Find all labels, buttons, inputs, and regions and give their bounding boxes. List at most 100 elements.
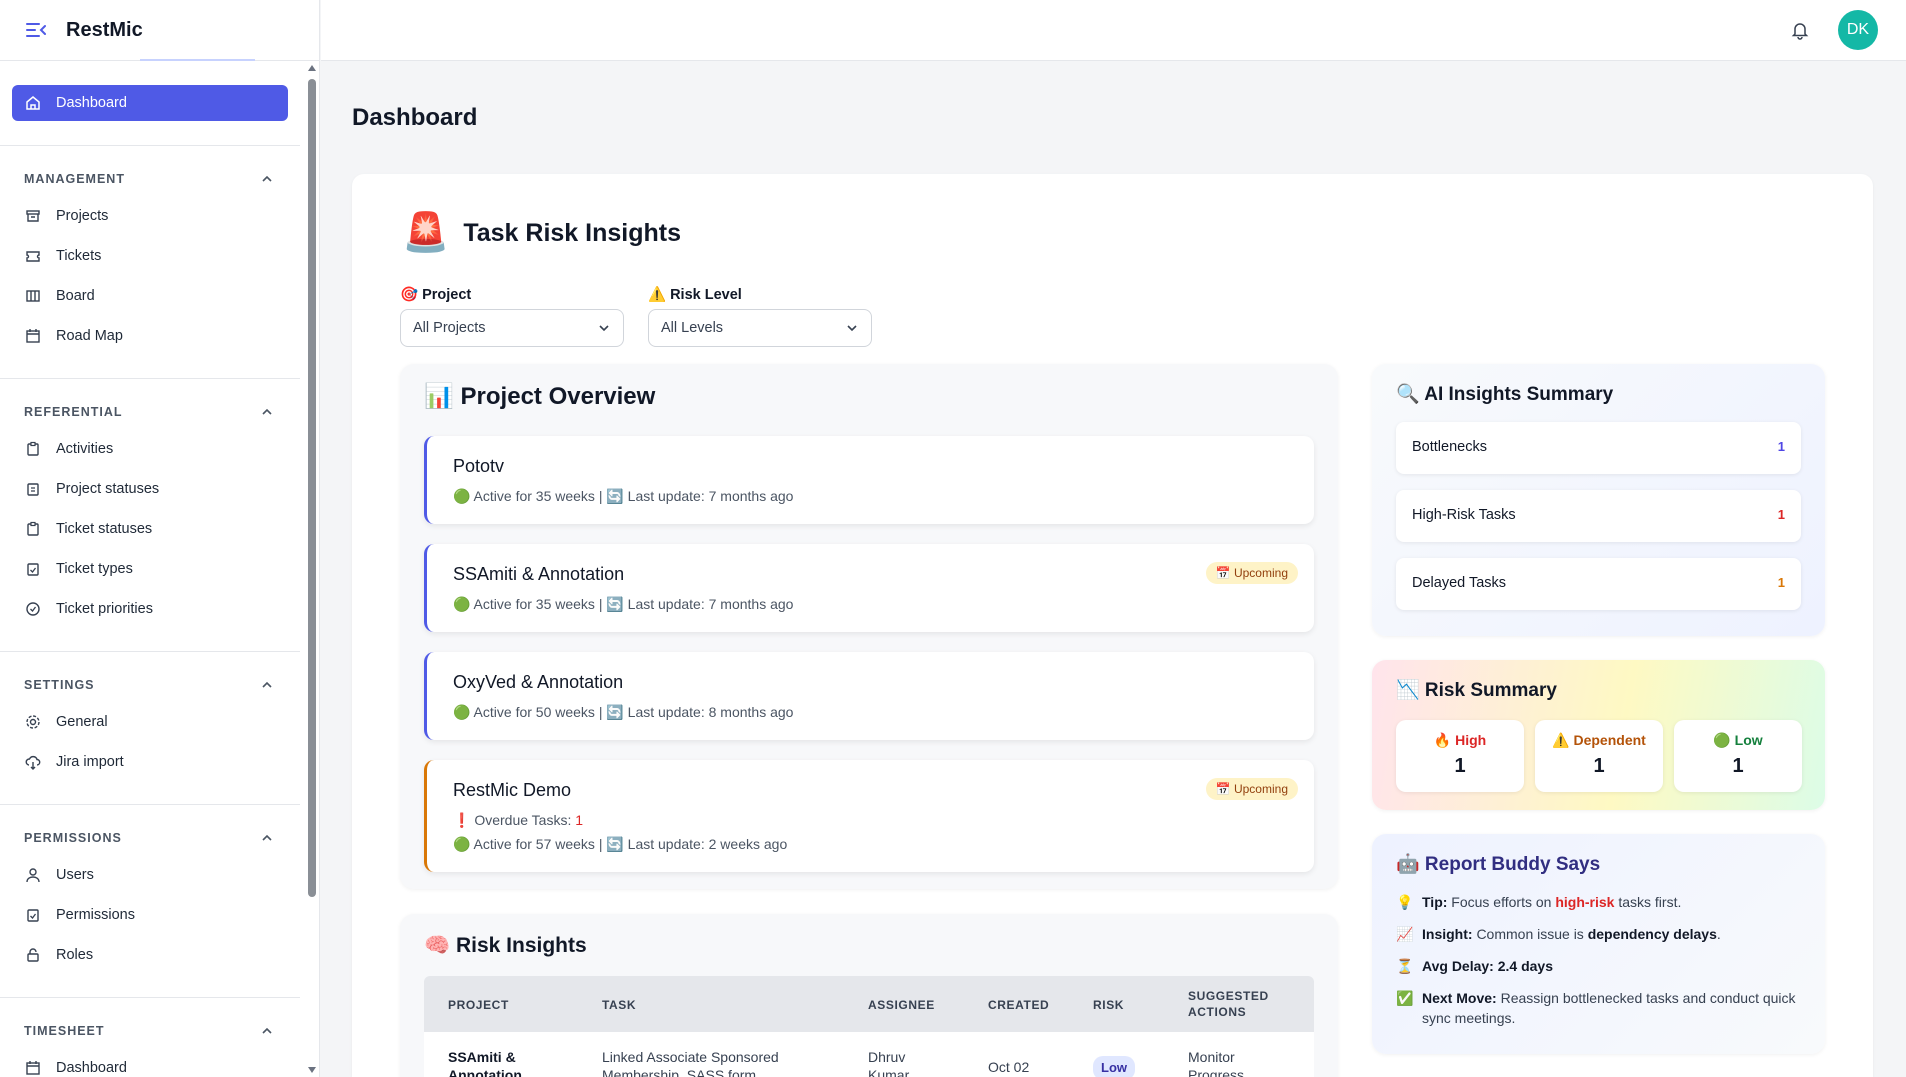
metric-value: 1 [1777, 575, 1785, 590]
sidebar-item-ticket-types[interactable]: Ticket types [12, 549, 288, 589]
buddy-title: 🤖 Report Buddy Says [1396, 854, 1601, 875]
project-name: Pototv [453, 456, 505, 476]
insight-post: . [1716, 926, 1721, 942]
risk-low-box[interactable]: 🟢 Low 1 [1674, 720, 1802, 792]
tip-highlight: high-risk [1555, 894, 1615, 910]
sidebar-item-permissions[interactable]: Permissions [12, 895, 288, 935]
risk-level-filter: ⚠️ Risk Level All Levels [648, 286, 872, 347]
sidebar-item-dashboard[interactable]: Dashboard [12, 85, 288, 121]
column-header: TASK [602, 998, 637, 1012]
risk-label: ⚠️ Dependent [1552, 732, 1646, 748]
menu-collapse-icon[interactable] [24, 18, 48, 42]
delay-label: Avg Delay: [1422, 958, 1494, 974]
clipboard-list-icon [24, 480, 42, 498]
sidebar-item-road-map[interactable]: Road Map [12, 316, 288, 356]
project-card[interactable]: SSAmiti & Annotation 📅 Upcoming 🟢 Active… [424, 544, 1314, 632]
risk-value: 1 [1454, 755, 1466, 777]
sidebar-item-label: Users [56, 867, 94, 883]
sidebar-item-label: Ticket types [56, 561, 133, 577]
sidebar-item-roles[interactable]: Roles [12, 935, 288, 975]
delay-value: 2.4 days [1497, 958, 1553, 974]
cell-created: Oct 02 [988, 1059, 1030, 1075]
sidebar-item-jira-import[interactable]: Jira import [12, 742, 288, 782]
scroll-down-arrow[interactable] [308, 1067, 316, 1073]
report-buddy: 🤖 Report Buddy Says 💡 Tip: Focus efforts… [1372, 834, 1825, 1054]
sidebar-item-general[interactable]: General [12, 702, 288, 742]
sidebar-item-activities[interactable]: Activities [12, 429, 288, 469]
hourglass-icon: ⏳ [1396, 958, 1414, 974]
project-select[interactable]: All Projects [400, 309, 624, 347]
sidebar-item-ticket-statuses[interactable]: Ticket statuses [12, 509, 288, 549]
project-card[interactable]: OxyVed & Annotation 🟢 Active for 50 week… [424, 652, 1314, 740]
clipboard-check-icon [24, 560, 42, 578]
avatar[interactable]: DK [1838, 10, 1878, 50]
task-risk-panel: 🚨 Task Risk Insights 🎯 Project All Proje… [352, 174, 1873, 1077]
sidebar-item-label: Project statuses [56, 481, 160, 497]
project-card[interactable]: Pototv 🟢 Active for 35 weeks | 🔄 Last up… [424, 436, 1314, 524]
check-mark-icon: ✅ [1396, 990, 1414, 1006]
chevron-up-icon [262, 175, 272, 182]
metric-high-risk-tasks[interactable]: High-Risk Tasks 1 [1396, 490, 1801, 542]
project-name: RestMic Demo [453, 780, 572, 800]
sidebar-item-label: Dashboard [56, 95, 127, 111]
sidebar-scrollbar[interactable] [306, 61, 318, 1077]
project-meta: 🟢 Active for 57 weeks | 🔄 Last update: 2… [453, 836, 788, 852]
cell-action: Monitor Progress [1188, 1049, 1245, 1077]
table-row[interactable]: SSAmiti & Annotation Linked Associate Sp… [424, 1032, 1314, 1077]
risk-filter-label: ⚠️ Risk Level [648, 287, 742, 303]
risk-label: 🔥 High [1433, 732, 1487, 748]
project-card[interactable]: RestMic Demo 📅 Upcoming ❗ Overdue Tasks:… [424, 760, 1314, 872]
section-referential[interactable]: REFERENTIAL [12, 405, 288, 419]
clipboard-icon [24, 520, 42, 538]
section-permissions[interactable]: PERMISSIONS [12, 831, 288, 845]
section-timesheet[interactable]: TIMESHEET [12, 1024, 288, 1038]
archive-icon [24, 207, 42, 225]
metric-value: 1 [1777, 507, 1785, 522]
project-meta: 🟢 Active for 50 weeks | 🔄 Last update: 8… [453, 704, 794, 720]
sidebar-item-ticket-priorities[interactable]: Ticket priorities [12, 589, 288, 629]
metric-label: Delayed Tasks [1412, 575, 1507, 591]
risk-dependent-box[interactable]: ⚠️ Dependent 1 [1535, 720, 1663, 792]
sidebar-item-label: Tickets [56, 248, 102, 264]
sidebar-item-board[interactable]: Board [12, 276, 288, 316]
sidebar-item-timesheet-dashboard[interactable]: Dashboard [12, 1048, 288, 1077]
metric-bottlenecks[interactable]: Bottlenecks 1 [1396, 422, 1801, 474]
cell-project: SSAmiti & Annotation [448, 1049, 522, 1077]
app-title: RestMic [66, 18, 143, 41]
scroll-thumb[interactable] [308, 79, 316, 897]
sidebar-item-projects[interactable]: Projects [12, 196, 288, 236]
sidebar-item-users[interactable]: Users [12, 855, 288, 895]
column-header: ASSIGNEE [868, 998, 935, 1012]
sidebar-item-label: General [56, 714, 108, 730]
project-select-value: All Projects [413, 320, 486, 336]
buddy-next: ✅ Next Move: Reassign bottlenecked tasks… [1396, 988, 1806, 1028]
cloud-download-icon [24, 753, 42, 771]
risk-level-select[interactable]: All Levels [648, 309, 872, 347]
column-header: PROJECT [448, 998, 509, 1012]
overdue-tasks: ❗ Overdue Tasks: 1 [453, 812, 583, 829]
clipboard-icon [24, 440, 42, 458]
project-filter-label: 🎯 Project [400, 287, 472, 303]
scroll-up-arrow[interactable] [308, 65, 316, 71]
risk-high-box[interactable]: 🔥 High 1 [1396, 720, 1524, 792]
sidebar-item-project-statuses[interactable]: Project statuses [12, 469, 288, 509]
section-title: MANAGEMENT [24, 172, 125, 186]
chevron-down-icon [847, 325, 857, 332]
section-management[interactable]: MANAGEMENT [12, 172, 288, 186]
panel-header: 🚨 Task Risk Insights [402, 214, 681, 252]
sidebar-item-label: Projects [56, 208, 109, 224]
metric-value: 1 [1777, 439, 1785, 454]
section-settings[interactable]: SETTINGS [12, 678, 288, 692]
metric-delayed-tasks[interactable]: Delayed Tasks 1 [1396, 558, 1801, 610]
risk-label: 🟢 Low [1713, 732, 1763, 748]
section-title: TIMESHEET [24, 1024, 105, 1038]
bell-icon[interactable] [1790, 20, 1810, 40]
overview-title: 📊 Project Overview [424, 383, 656, 410]
overdue-label: ❗ Overdue Tasks: [453, 812, 572, 828]
columns-icon [24, 287, 42, 305]
calendar-icon [24, 1059, 42, 1077]
table-header: PROJECT TASK ASSIGNEE CREATED RISK SUGGE… [424, 976, 1314, 1032]
sidebar-item-tickets[interactable]: Tickets [12, 236, 288, 276]
chevron-up-icon [262, 408, 272, 415]
risk-summary: 📉 Risk Summary 🔥 High 1 ⚠️ Dependent 1 🟢… [1372, 660, 1825, 810]
